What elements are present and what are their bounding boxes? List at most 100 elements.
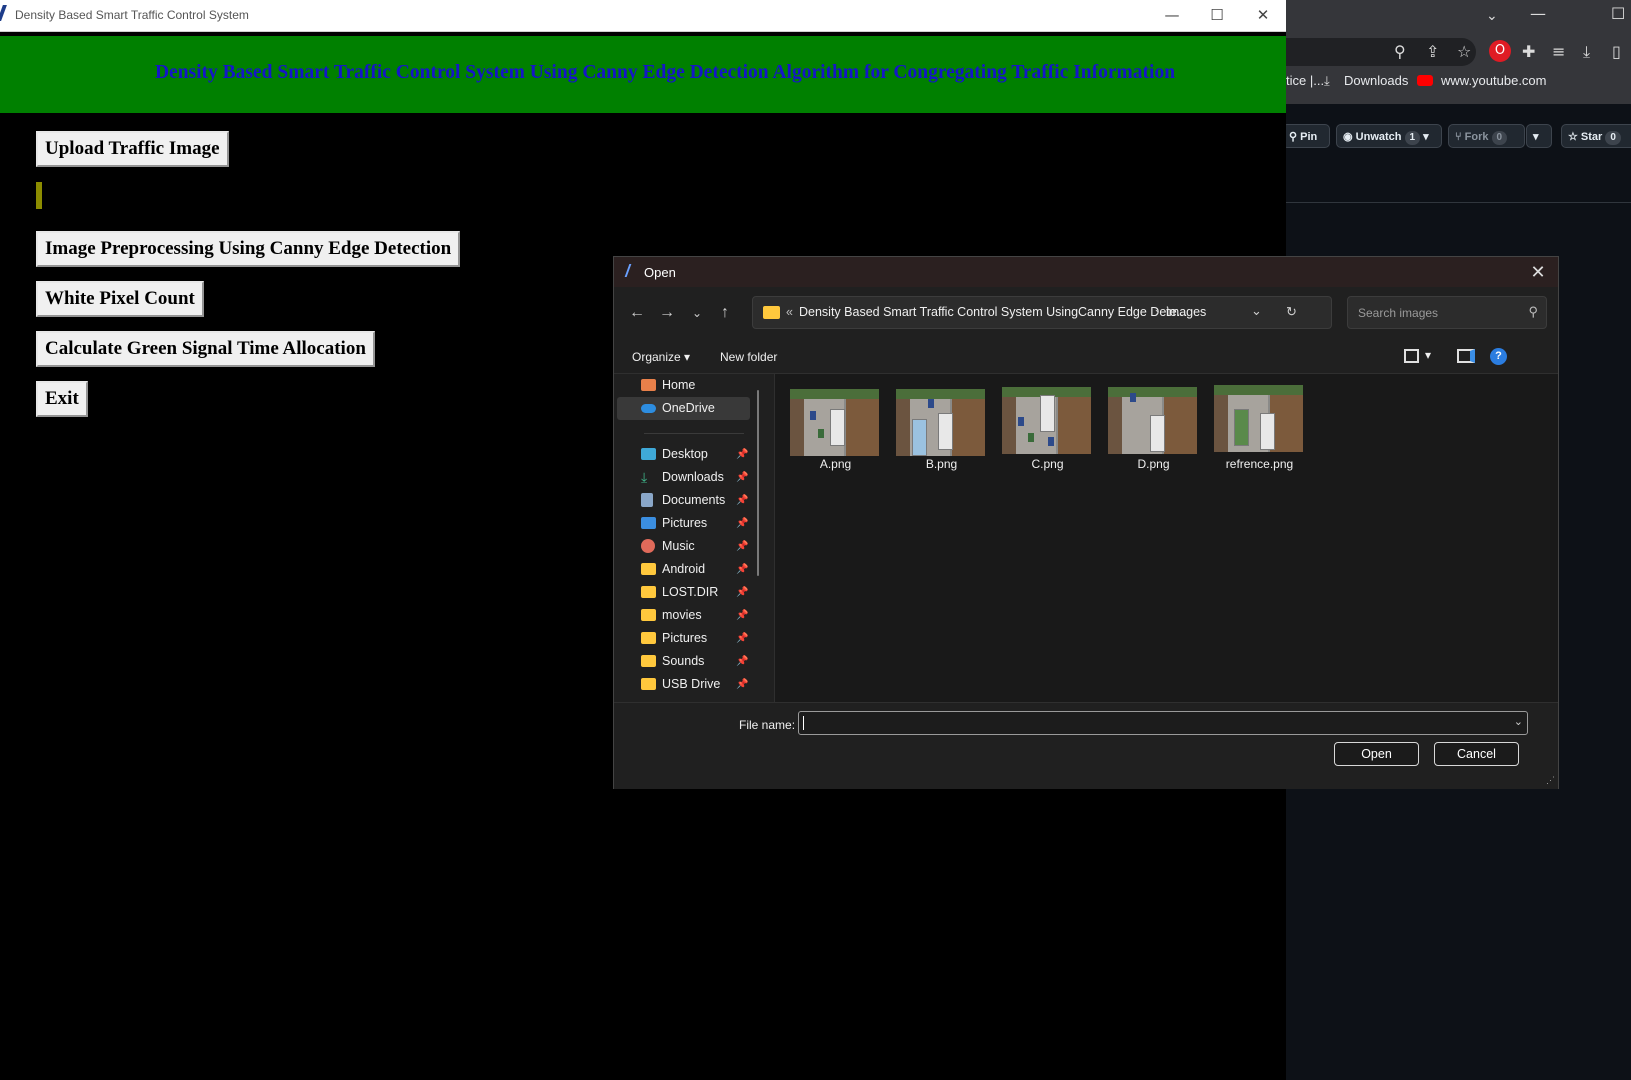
- up-arrow-icon[interactable]: ↑: [712, 300, 738, 326]
- zoom-icon[interactable]: ⚲: [1394, 42, 1406, 62]
- github-pin-button[interactable]: ⚲ Pin: [1282, 124, 1330, 148]
- minimize-button[interactable]: —: [1149, 0, 1195, 31]
- pin-icon[interactable]: 📌: [736, 673, 748, 696]
- sidebar-item-usb-drive[interactable]: USB Drive 📌: [617, 673, 750, 696]
- forward-arrow-icon[interactable]: →: [654, 300, 680, 326]
- file-item-a[interactable]: A.png: [777, 387, 881, 495]
- canny-preprocessing-button[interactable]: Image Preprocessing Using Canny Edge Det…: [36, 231, 461, 267]
- dialog-title-bar[interactable]: Open ✕: [614, 257, 1558, 287]
- file-name-field[interactable]: ⌄: [798, 711, 1528, 735]
- share-icon[interactable]: ⇪: [1426, 42, 1439, 62]
- file-item-d[interactable]: D.png: [1095, 387, 1199, 495]
- home-icon: [641, 379, 656, 391]
- github-star-button[interactable]: ☆ Star 0: [1561, 124, 1631, 148]
- bookmark-star-icon[interactable]: ☆: [1457, 42, 1471, 62]
- pin-icon[interactable]: 📌: [736, 650, 748, 673]
- sidebar-item-desktop[interactable]: Desktop 📌: [617, 443, 750, 466]
- file-item-refrence[interactable]: refrence.png: [1201, 385, 1305, 495]
- pin-icon[interactable]: 📌: [736, 604, 748, 627]
- sidebar-item-downloads[interactable]: ⤓ Downloads 📌: [617, 466, 750, 489]
- unwatch-label: Unwatch: [1355, 131, 1402, 143]
- side-panel-icon[interactable]: ▯: [1612, 42, 1621, 62]
- file-item-b[interactable]: B.png: [883, 387, 987, 495]
- reading-list-icon[interactable]: ≡: [1552, 42, 1565, 62]
- file-name-dropdown-chevron-icon[interactable]: ⌄: [1514, 715, 1523, 728]
- maximize-button[interactable]: ☐: [1194, 0, 1240, 31]
- help-icon[interactable]: ?: [1490, 348, 1507, 365]
- close-button[interactable]: ✕: [1240, 0, 1286, 31]
- bookmark-downloads[interactable]: Downloads: [1344, 73, 1408, 88]
- sidebar-item-android[interactable]: Android 📌: [617, 558, 750, 581]
- exit-button[interactable]: Exit: [36, 381, 88, 417]
- address-dropdown-chevron-icon[interactable]: ⌄: [1251, 303, 1262, 319]
- navigation-pane: Home OneDrive Desktop 📌 ⤓ Downloads 📌 Do…: [614, 374, 775, 702]
- github-unwatch-button[interactable]: ◉ Unwatch 1 ▾: [1336, 124, 1442, 148]
- address-breadcrumb[interactable]: « Density Based Smart Traffic Control Sy…: [752, 296, 1332, 329]
- maximize-icon[interactable]: ☐: [1611, 4, 1625, 24]
- folder-icon: [641, 609, 656, 621]
- fork-label: Fork: [1464, 131, 1489, 143]
- sidebar-item-pictures[interactable]: Pictures 📌: [617, 512, 750, 535]
- resize-grip-icon[interactable]: ⋰: [1546, 775, 1555, 786]
- traffic-image-thumbnail: [1002, 387, 1091, 454]
- folder-icon: [641, 632, 656, 644]
- organize-menu[interactable]: Organize ▾: [632, 350, 690, 364]
- sidebar-item-onedrive[interactable]: OneDrive: [617, 397, 750, 420]
- new-folder-button[interactable]: New folder: [720, 350, 777, 364]
- search-placeholder: Search images: [1358, 306, 1439, 320]
- sidebar-item-music[interactable]: Music 📌: [617, 535, 750, 558]
- preview-pane-icon[interactable]: [1457, 349, 1475, 363]
- open-button[interactable]: Open: [1334, 742, 1419, 766]
- search-input[interactable]: Search images ⚲: [1347, 296, 1547, 329]
- download-icon[interactable]: ⤓: [1583, 42, 1590, 62]
- recent-locations-chevron-icon[interactable]: ⌄: [684, 300, 710, 326]
- nav-scrollbar[interactable]: [757, 390, 759, 576]
- github-fork-button[interactable]: ⑂ Fork 0: [1448, 124, 1525, 148]
- file-item-c[interactable]: C.png: [989, 387, 1093, 495]
- nav-divider: [644, 433, 744, 434]
- extensions-puzzle-icon[interactable]: ✚: [1522, 42, 1535, 62]
- pin-icon[interactable]: 📌: [736, 512, 748, 535]
- view-layout-icon[interactable]: [1404, 349, 1419, 363]
- window-title: Density Based Smart Traffic Control Syst…: [15, 8, 249, 22]
- back-arrow-icon[interactable]: ←: [624, 300, 650, 326]
- traffic-image-thumbnail: [896, 389, 985, 456]
- app-title-bar[interactable]: Density Based Smart Traffic Control Syst…: [0, 0, 1286, 32]
- sidebar-item-movies[interactable]: movies 📌: [617, 604, 750, 627]
- bookmark-youtube[interactable]: www.youtube.com: [1441, 73, 1547, 88]
- breadcrumb-images[interactable]: images: [1166, 305, 1206, 319]
- sidebar-item-label: Home: [662, 378, 696, 392]
- upload-traffic-image-button[interactable]: Upload Traffic Image: [36, 131, 229, 167]
- cloud-icon: [641, 404, 656, 413]
- pin-icon[interactable]: 📌: [736, 535, 748, 558]
- document-icon: [641, 493, 653, 507]
- breadcrumb-project-folder[interactable]: Density Based Smart Traffic Control Syst…: [799, 305, 1187, 319]
- refresh-icon[interactable]: ↻: [1286, 304, 1297, 320]
- pin-icon[interactable]: 📌: [736, 558, 748, 581]
- green-signal-time-button[interactable]: Calculate Green Signal Time Allocation: [36, 331, 375, 367]
- extension-o-icon[interactable]: O: [1489, 40, 1511, 62]
- dialog-close-icon[interactable]: ✕: [1526, 261, 1550, 283]
- sidebar-item-home[interactable]: Home: [617, 374, 750, 397]
- tab-search-chevron-icon[interactable]: ⌄: [1486, 6, 1498, 26]
- cancel-button[interactable]: Cancel: [1434, 742, 1519, 766]
- view-chevron-down-icon[interactable]: ▾: [1425, 348, 1431, 362]
- breadcrumb-overflow[interactable]: «: [786, 305, 793, 319]
- folder-icon: [763, 306, 780, 319]
- pin-icon[interactable]: 📌: [736, 489, 748, 512]
- white-pixel-count-button[interactable]: White Pixel Count: [36, 281, 204, 317]
- pin-icon[interactable]: 📌: [736, 581, 748, 604]
- folder-icon: [641, 655, 656, 667]
- pin-icon[interactable]: 📌: [736, 443, 748, 466]
- sidebar-item-pictures-folder[interactable]: Pictures 📌: [617, 627, 750, 650]
- pin-icon[interactable]: 📌: [736, 627, 748, 650]
- github-fork-dropdown[interactable]: ▾: [1526, 124, 1552, 148]
- sidebar-item-sounds[interactable]: Sounds 📌: [617, 650, 750, 673]
- sidebar-item-documents[interactable]: Documents 📌: [617, 489, 750, 512]
- file-name: C.png: [1031, 457, 1064, 471]
- pin-icon[interactable]: 📌: [736, 466, 748, 489]
- sidebar-item-lost-dir[interactable]: LOST.DIR 📌: [617, 581, 750, 604]
- browser-tab-strip: ⌄ — ☐: [1286, 0, 1631, 34]
- pictures-icon: [641, 517, 656, 529]
- minimize-icon[interactable]: —: [1530, 4, 1546, 24]
